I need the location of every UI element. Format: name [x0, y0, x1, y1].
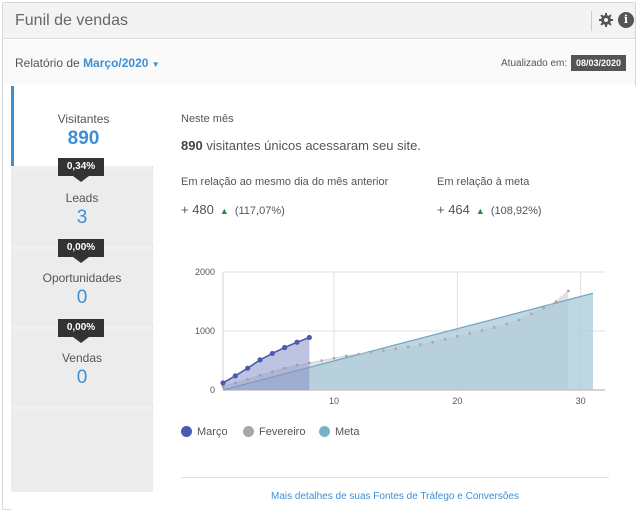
report-month[interactable]: Março/2020 — [83, 56, 148, 70]
x-tick-label: 30 — [576, 396, 586, 406]
visitors-chart: 2000 1000 0 10 20 30 — [195, 267, 605, 406]
widget-header: Funil de vendas i — [3, 3, 635, 39]
legend-dot — [181, 426, 192, 437]
point-marco — [306, 334, 312, 341]
updated-label: Atualizado em: — [501, 58, 568, 69]
stage-value: 890 — [67, 128, 100, 149]
legend-label: Meta — [335, 426, 360, 438]
goal-value: + 464 — [437, 202, 470, 217]
stage-label: Oportunidades — [42, 271, 122, 285]
prev-month-value: + 480 — [181, 202, 214, 217]
caret-down-icon[interactable]: ▼ — [152, 60, 160, 69]
info-icon[interactable]: i — [618, 12, 634, 28]
details-panel: Neste mês 890 visitantes únicos acessara… — [181, 86, 611, 502]
legend-label: Março — [197, 426, 228, 438]
stage-value: 0 — [76, 287, 88, 308]
y-tick-label: 1000 — [195, 326, 215, 336]
point-marco — [232, 373, 238, 379]
sales-funnel-widget: Funil de vendas i Relatório de Março/202… — [2, 2, 637, 510]
x-tick-label: 20 — [452, 396, 462, 406]
report-selector[interactable]: Relatório de Março/2020 ▼ — [15, 56, 160, 70]
legend-item-meta[interactable]: Meta — [319, 426, 359, 438]
updated-date-badge: 08/03/2020 — [571, 55, 627, 71]
stage-label: Leads — [65, 191, 99, 205]
prev-month-pct: (117,07%) — [234, 205, 285, 217]
conversion-rate-badge: 0,00% — [58, 239, 104, 263]
conversion-rate-badge: 0,00% — [58, 319, 104, 343]
report-bar: Relatório de Março/2020 ▼ Atualizado em:… — [3, 40, 635, 84]
stage-visitantes[interactable]: Visitantes 890 — [11, 86, 153, 166]
legend-item-fevereiro[interactable]: Fevereiro — [243, 426, 305, 438]
summary-number: 890 — [181, 138, 203, 153]
legend-dot — [319, 426, 330, 437]
month-label: Neste mês — [181, 113, 234, 125]
stage-label: Vendas — [61, 351, 103, 365]
arrow-up-icon: ▲ — [219, 206, 229, 216]
funnel-stages: Visitantes 890 Leads 3 Oportunidades 0 V… — [11, 86, 153, 492]
summary-text: visitantes únicos acessaram seu site. — [206, 138, 421, 153]
footer-divider — [181, 477, 609, 478]
x-tick-label: 10 — [329, 396, 339, 406]
stage-label: Visitantes — [57, 112, 110, 126]
arrow-up-icon: ▲ — [475, 206, 485, 216]
traffic-sources-link[interactable]: Mais detalhes de suas Fontes de Tráfego … — [181, 491, 609, 502]
point-marco — [245, 365, 251, 371]
conversion-rate-badge: 0,34% — [58, 158, 104, 182]
point-marco — [294, 339, 300, 345]
goal-pct: (108,92%) — [490, 205, 542, 217]
stage-value: 3 — [76, 207, 88, 228]
point-marco — [257, 357, 263, 363]
point-marco — [269, 350, 275, 357]
legend-label: Fevereiro — [259, 426, 306, 438]
legend-item-marco[interactable]: Março — [181, 426, 228, 438]
header-divider — [591, 11, 592, 31]
stage-value: 0 — [76, 367, 88, 388]
prev-month-label: Em relação ao mesmo dia do mês anterior — [181, 176, 389, 188]
prev-month-comparison: + 480 ▲ (117,07%) — [181, 202, 285, 217]
y-tick-label: 0 — [210, 385, 215, 395]
point-marco — [220, 380, 226, 386]
series-area-marco — [223, 337, 310, 390]
goal-comparison: + 464 ▲ (108,92%) — [437, 202, 542, 217]
visitors-summary: 890 visitantes únicos acessaram seu site… — [181, 138, 421, 153]
goal-label: Em relação à meta — [437, 176, 530, 188]
stage-empty — [11, 409, 153, 492]
gear-icon[interactable] — [598, 12, 614, 28]
legend-dot — [243, 426, 254, 437]
report-prefix: Relatório de — [15, 56, 80, 70]
widget-title: Funil de vendas — [15, 12, 128, 29]
y-tick-label: 2000 — [195, 267, 215, 277]
funnel-content: Visitantes 890 Leads 3 Oportunidades 0 V… — [11, 86, 637, 510]
point-marco — [282, 344, 288, 351]
